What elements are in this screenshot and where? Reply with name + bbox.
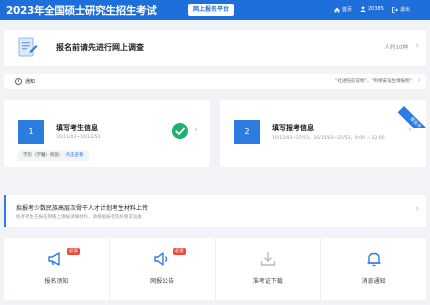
chevron-right-icon: › — [415, 204, 419, 214]
notice-label: 通知 — [25, 79, 36, 85]
survey-document-icon — [18, 37, 38, 59]
nav-user-label: 20385 — [368, 6, 384, 12]
chevron-right-icon: › — [408, 125, 412, 135]
speaker-icon — [153, 250, 171, 268]
download-icon — [259, 250, 277, 268]
quick-link-messages[interactable]: 消息通知 — [321, 238, 426, 300]
quick-link-label: 准考证下载 — [252, 278, 283, 285]
ribbon-label: 报名中 — [398, 106, 426, 128]
announcement-card[interactable]: 拟报考少数民族高层次骨干人才计划考生材料上传 拟考考生在报名网络上填报详细材料，… — [4, 195, 426, 227]
step-card-1[interactable]: 1 填写考生信息 10/11/03~10/12/53 › 学历（学籍）校验： 点击… — [4, 100, 210, 167]
announcement-subtitle: 拟考考生在报名网络上填报详细材料，请根据报考院校要求准备 — [16, 215, 142, 220]
quick-links-bar: 必读 报名须知 必读 网报公告 准考证下载 消息通知 — [4, 238, 426, 300]
quick-link-label: 网报公告 — [150, 278, 175, 285]
bell-icon — [365, 250, 383, 268]
nav-logout-label: 退出 — [400, 7, 411, 13]
chevron-right-icon: › — [417, 75, 421, 84]
step-card-2[interactable]: 报名中 2 填写报考信息 10/12/03~27/53，10/15/03~25/… — [220, 100, 426, 167]
step-title: 填写考生信息 — [56, 124, 98, 132]
quick-link-label: 报名须知 — [44, 278, 69, 285]
must-read-badge: 必读 — [66, 248, 80, 255]
announcement-title: 拟报考少数民族高层次骨干人才计划考生材料上传 — [16, 205, 149, 212]
quick-link-announcement[interactable]: 必读 网报公告 — [110, 238, 216, 300]
step-title: 填写报考信息 — [272, 124, 314, 132]
step-subtitle: 10/11/03~10/12/53 — [56, 135, 101, 140]
home-icon — [334, 7, 340, 13]
step-number-badge: 1 — [18, 120, 44, 144]
megaphone-icon — [47, 250, 65, 268]
top-header-bar: 2023年全国硕士研究生招生考试 网上报名平台 首页 20385 退出 — [0, 0, 430, 20]
notice-text: “社进陪前说明”，“利保安设生情报明” — [335, 79, 412, 84]
survey-title: 报名前请先进行网上调查 — [56, 43, 144, 52]
notice-bar[interactable]: i 通知 “社进陪前说明”，“利保安设生情报明” › — [4, 74, 426, 89]
step-number-badge: 2 — [234, 120, 260, 144]
user-icon — [360, 6, 366, 12]
quick-link-label: 消息通知 — [361, 278, 386, 285]
nav-user-link[interactable]: 20385 — [360, 6, 384, 12]
survey-card[interactable]: 报名前请先进行网上调查 人约10种 › — [4, 30, 426, 66]
check-circle-icon — [172, 123, 188, 139]
step-subtitle: 10/12/03~27/53，10/15/03~25/53，9:00 ~ 22:… — [272, 136, 385, 141]
page-title: 2023年全国硕士研究生招生考试 — [6, 5, 157, 17]
platform-badge: 网上报名平台 — [188, 4, 235, 16]
survey-count: 人约10种 — [384, 45, 409, 51]
quick-link-registration-notice[interactable]: 必读 报名须知 — [4, 238, 110, 300]
must-read-badge: 必读 — [172, 248, 186, 255]
nav-home-link[interactable]: 首页 — [334, 6, 352, 13]
education-verify-row: 学历（学籍）校验： 点击查看 — [18, 150, 89, 161]
nav-home-label: 首页 — [342, 7, 353, 13]
chevron-right-icon: › — [194, 125, 198, 135]
nav-logout-link[interactable]: 退出 — [392, 6, 410, 13]
quick-link-admission-ticket[interactable]: 准考证下载 — [216, 238, 322, 300]
chevron-right-icon: › — [415, 41, 419, 51]
status-ribbon: 报名中 — [398, 100, 426, 128]
logout-icon — [392, 6, 398, 13]
verify-label: 学历（学籍）校验： — [23, 153, 64, 158]
info-icon: i — [15, 78, 22, 85]
verify-link[interactable]: 点击查看 — [66, 153, 84, 158]
